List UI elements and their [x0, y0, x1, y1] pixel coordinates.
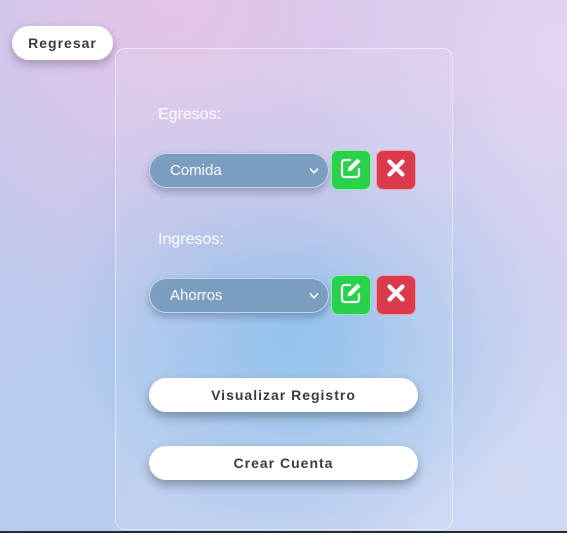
edit-icon [338, 280, 364, 311]
back-button[interactable]: Regresar [12, 26, 113, 60]
close-icon [385, 157, 407, 184]
create-account-button[interactable]: Crear Cuenta [149, 446, 418, 480]
income-label: Ingresos: [158, 231, 224, 248]
income-select[interactable]: Ahorros [149, 278, 329, 313]
edit-income-button[interactable] [331, 275, 371, 315]
chevron-down-icon [308, 290, 320, 302]
delete-expense-button[interactable] [376, 150, 416, 190]
page-background: Regresar Egresos: Comida Ingresos: Ahorr… [0, 0, 567, 533]
edit-expense-button[interactable] [331, 150, 371, 190]
edit-icon [338, 155, 364, 186]
delete-income-button[interactable] [376, 275, 416, 315]
income-selected-value: Ahorros [170, 287, 223, 304]
expenses-selected-value: Comida [170, 162, 222, 179]
chevron-down-icon [308, 165, 320, 177]
view-records-button[interactable]: Visualizar Registro [149, 378, 418, 412]
close-icon [385, 282, 407, 309]
expenses-label: Egresos: [158, 106, 222, 123]
expenses-select[interactable]: Comida [149, 153, 329, 188]
